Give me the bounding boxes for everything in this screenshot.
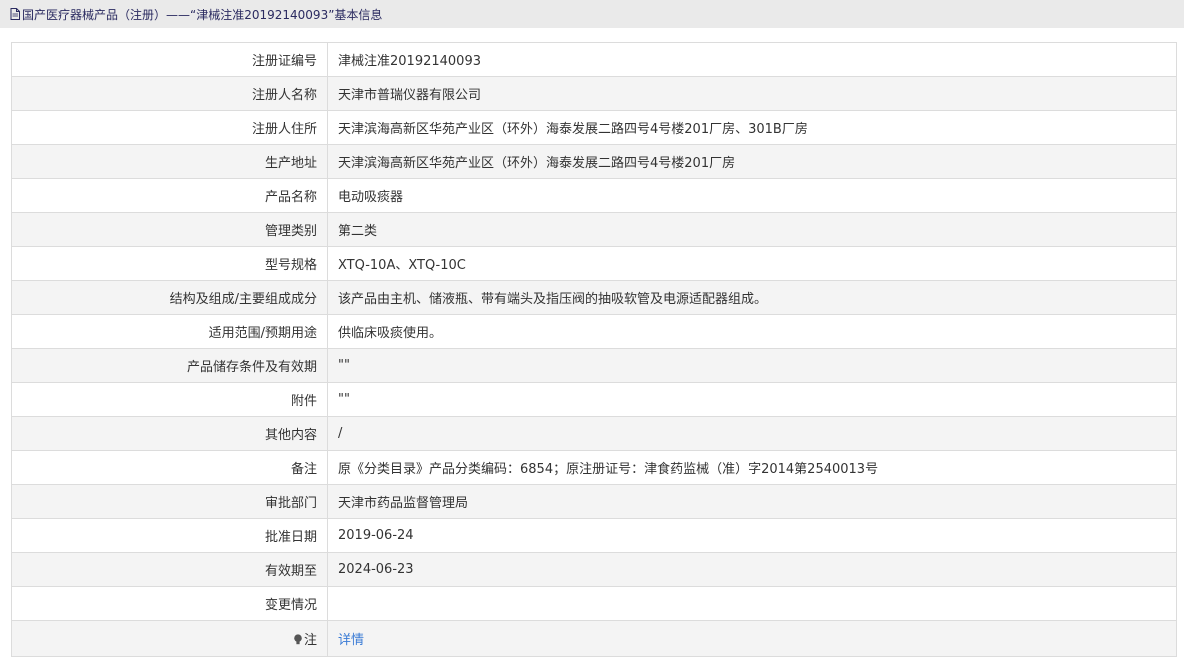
table-row: 注册证编号 津械注准20192140093 bbox=[11, 42, 1177, 77]
table-row-note: 注 详情 bbox=[11, 620, 1177, 657]
document-icon bbox=[10, 8, 20, 20]
row-value bbox=[327, 586, 1177, 621]
info-table: 注册证编号 津械注准20192140093 注册人名称 天津市普瑞仪器有限公司 注册人住… bbox=[11, 42, 1177, 657]
table-row: 变更情况 bbox=[11, 586, 1177, 621]
row-label: 附件 bbox=[11, 382, 328, 417]
row-value: 2019-06-24 bbox=[327, 518, 1177, 553]
row-label: 生产地址 bbox=[11, 144, 328, 179]
table-row: 注册人名称 天津市普瑞仪器有限公司 bbox=[11, 76, 1177, 111]
row-value: 供临床吸痰使用。 bbox=[327, 314, 1177, 349]
row-label: 注册人名称 bbox=[11, 76, 328, 111]
row-value: 2024-06-23 bbox=[327, 552, 1177, 587]
row-value: 天津市普瑞仪器有限公司 bbox=[327, 76, 1177, 111]
row-label: 结构及组成/主要组成成分 bbox=[11, 280, 328, 315]
table-row: 备注 原《分类目录》产品分类编码：6854；原注册证号：津食药监械（准）字2014… bbox=[11, 450, 1177, 485]
row-value: 津械注准20192140093 bbox=[327, 42, 1177, 77]
row-label: 注册证编号 bbox=[11, 42, 328, 77]
table-row: 审批部门 天津市药品监督管理局 bbox=[11, 484, 1177, 519]
table-row: 有效期至 2024-06-23 bbox=[11, 552, 1177, 587]
row-value: 原《分类目录》产品分类编码：6854；原注册证号：津食药监械（准）字2014第2… bbox=[327, 450, 1177, 485]
table-row: 型号规格 XTQ-10A、XTQ-10C bbox=[11, 246, 1177, 281]
row-value: / bbox=[327, 416, 1177, 451]
table-row: 产品名称 电动吸痰器 bbox=[11, 178, 1177, 213]
table-row: 附件 "" bbox=[11, 382, 1177, 417]
row-value: 电动吸痰器 bbox=[327, 178, 1177, 213]
row-value: 天津市药品监督管理局 bbox=[327, 484, 1177, 519]
note-label: 注 bbox=[303, 633, 317, 648]
table-row: 结构及组成/主要组成成分 该产品由主机、储液瓶、带有端头及指压阀的抽吸软管及电源适… bbox=[11, 280, 1177, 315]
row-value: XTQ-10A、XTQ-10C bbox=[327, 246, 1177, 281]
table-row: 生产地址 天津滨海高新区华苑产业区（环外）海泰发展二路四号4号楼201厂房 bbox=[11, 144, 1177, 179]
row-value: 天津滨海高新区华苑产业区（环外）海泰发展二路四号4号楼201厂房、301B厂房 bbox=[327, 110, 1177, 145]
row-label: 备注 bbox=[11, 450, 328, 485]
row-label: 审批部门 bbox=[11, 484, 328, 519]
table-row: 产品储存条件及有效期 "" bbox=[11, 348, 1177, 383]
row-label: 其他内容 bbox=[11, 416, 328, 451]
table-row: 其他内容 / bbox=[11, 416, 1177, 451]
row-label: 有效期至 bbox=[11, 552, 328, 587]
row-label: 产品储存条件及有效期 bbox=[11, 348, 328, 383]
page-title: 国产医疗器械产品（注册）——“津械注准20192140093”基本信息 bbox=[22, 7, 383, 22]
table-row: 注册人住所 天津滨海高新区华苑产业区（环外）海泰发展二路四号4号楼201厂房、30… bbox=[11, 110, 1177, 145]
row-value: "" bbox=[327, 382, 1177, 417]
row-label: 型号规格 bbox=[11, 246, 328, 281]
row-label: 管理类别 bbox=[11, 212, 328, 247]
details-link[interactable]: 详情 bbox=[338, 633, 364, 648]
row-value: 天津滨海高新区华苑产业区（环外）海泰发展二路四号4号楼201厂房 bbox=[327, 144, 1177, 179]
row-label: 适用范围/预期用途 bbox=[11, 314, 328, 349]
row-label: 产品名称 bbox=[11, 178, 328, 213]
row-label: 变更情况 bbox=[11, 586, 328, 621]
table-row: 批准日期 2019-06-24 bbox=[11, 518, 1177, 553]
row-label: 注册人住所 bbox=[11, 110, 328, 145]
table-row: 适用范围/预期用途 供临床吸痰使用。 bbox=[11, 314, 1177, 349]
row-label-note: 注 bbox=[11, 620, 328, 657]
info-table-container: 注册证编号 津械注准20192140093 注册人名称 天津市普瑞仪器有限公司 注册人住… bbox=[11, 42, 1177, 657]
table-row: 管理类别 第二类 bbox=[11, 212, 1177, 247]
row-value: "" bbox=[327, 348, 1177, 383]
row-value: 第二类 bbox=[327, 212, 1177, 247]
breadcrumb-header: 国产医疗器械产品（注册）——“津械注准20192140093”基本信息 bbox=[0, 0, 1184, 28]
row-label: 批准日期 bbox=[11, 518, 328, 553]
lightbulb-icon bbox=[293, 634, 303, 645]
row-value: 该产品由主机、储液瓶、带有端头及指压阀的抽吸软管及电源适配器组成。 bbox=[327, 280, 1177, 315]
row-value-note: 详情 bbox=[327, 620, 1177, 657]
